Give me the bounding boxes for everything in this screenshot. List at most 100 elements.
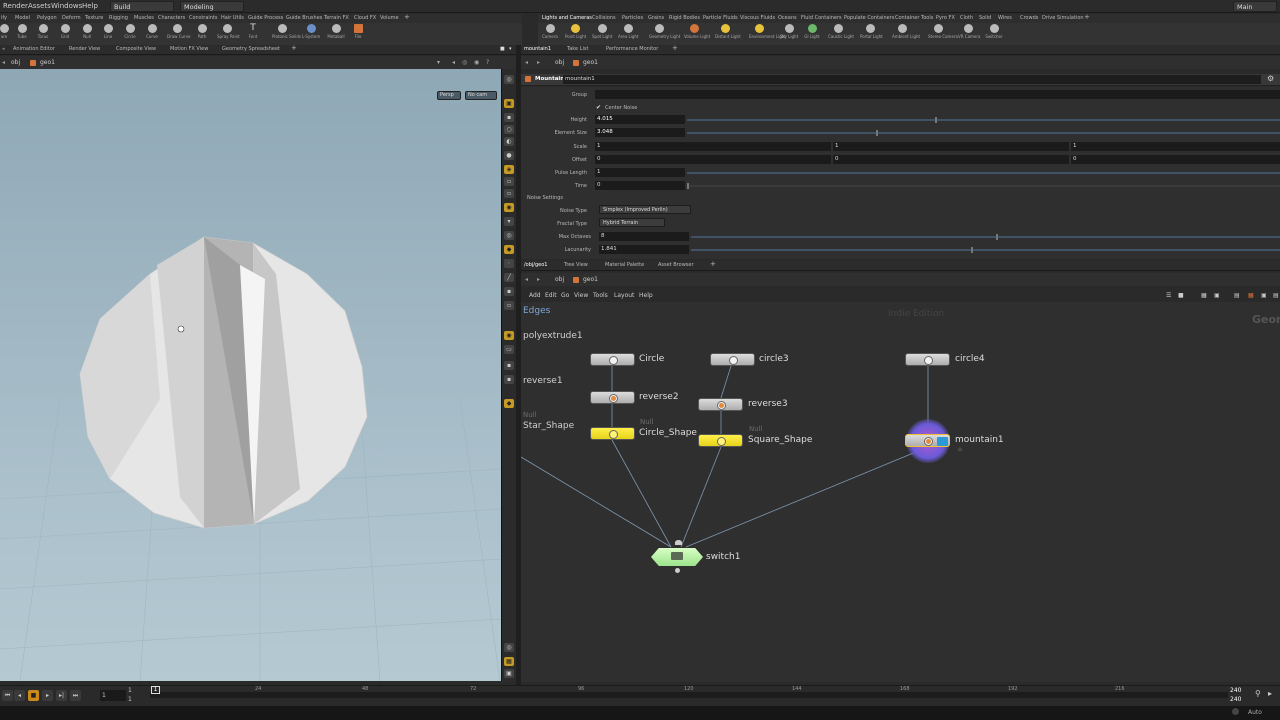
jump-end-icon[interactable]: ⏭ [70,690,81,701]
add-shelf-tab-icon[interactable]: + [404,13,410,21]
node-star-shape[interactable]: Star_Shape [523,421,574,431]
menu-go[interactable]: Go [561,292,569,299]
vertex-icon[interactable]: ⋅ [504,259,514,268]
shelf-tool-null[interactable]: Null [77,24,97,44]
display-flag-icon[interactable] [937,437,948,446]
lacunarity-field[interactable]: 1.841 [599,245,689,254]
snap-icon[interactable]: ▣ [504,99,514,108]
shelf-tool-volume-light[interactable]: Volume Light [684,24,710,44]
pin-view-icon[interactable]: ▪ [504,361,514,370]
shelf-tool-geometry-light[interactable]: Geometry Light [649,24,680,44]
start-frame-field[interactable]: 1 [128,687,132,694]
shelf-tool-spot-light[interactable]: Spot Light [592,24,612,44]
shelf-tab[interactable]: Pyro FX [936,15,955,21]
shelf-tab[interactable]: Guide Brushes [286,15,322,21]
shelf-tool-distant-light[interactable]: Distant Light [715,24,741,44]
shelf-tab[interactable]: Container Tools [895,15,933,21]
switch-input-port[interactable] [675,540,682,545]
max-octaves-field[interactable]: 8 [599,232,689,241]
shading-icon[interactable]: ● [504,151,514,160]
fractal-type-dropdown[interactable]: Hybrid Terrain [599,218,665,227]
playhead-marker[interactable]: 1 [151,686,160,694]
handles-icon[interactable]: ▾ [504,217,514,226]
gear-icon[interactable]: ⚙ [1267,74,1274,83]
shelf-tab[interactable]: Terrain FX [324,15,349,21]
visibility-icon[interactable]: ◎ [504,231,514,240]
max-octaves-slider-handle[interactable] [996,234,998,240]
shelf-tab[interactable]: Cloud FX [354,15,376,21]
shelf-tab[interactable]: Volume [380,15,399,21]
shelf-tool-point-light[interactable]: Point Light [565,24,586,44]
menu-view[interactable]: View [574,292,588,299]
shelf-tab[interactable]: Muscles [134,15,154,21]
context-dropdown[interactable]: Modeling [180,1,244,12]
settings-icon[interactable]: ◉ [474,59,479,66]
shelf-tool-circle[interactable]: Circle [120,24,140,44]
time-slider[interactable] [687,185,1280,187]
menu-layout[interactable]: Layout [614,292,634,299]
shape-palette-icon[interactable]: ▣ [1261,292,1267,299]
add-pane-tab-icon[interactable]: + [672,44,678,52]
stop-icon[interactable]: ■ [28,690,39,701]
switch-output-port[interactable] [675,568,680,573]
start-frame-field-2[interactable]: 1 [128,696,132,703]
node-reverse1[interactable]: reverse1 [523,376,563,386]
lacunarity-slider-handle[interactable] [971,247,973,253]
shelf-tool-environment-light[interactable]: Environment Light [749,24,786,44]
shelf-tab[interactable]: Guide Process [248,15,283,21]
shelf-tool-lsystem[interactable]: L-System [301,24,321,44]
pulse-length-field[interactable]: 1 [595,168,685,177]
scene-viewport[interactable]: Persp No cam [0,69,502,681]
edge-icon[interactable]: ╱ [504,273,514,282]
ghost-icon[interactable]: ◐ [504,137,514,146]
cook-icon[interactable]: ◉ [504,331,514,340]
forward-icon[interactable]: ▸ [537,276,540,283]
desktop-dropdown[interactable]: Build [110,1,174,12]
height-slider-handle[interactable] [935,117,937,123]
tab-performance-monitor[interactable]: Performance Monitor [606,46,658,52]
shelf-tab[interactable]: Wires [998,15,1012,21]
back-icon[interactable]: ◂ [525,276,528,283]
link-icon[interactable]: ◎ [462,59,467,66]
time-slider-handle[interactable] [687,183,689,189]
shelf-tool-switcher[interactable]: Switcher [984,24,1004,44]
breadcrumb-obj[interactable]: obj [555,59,564,66]
tab-render-view[interactable]: Render View [69,46,100,52]
group-field[interactable] [595,90,1280,99]
forward-icon[interactable]: ▸ [537,59,540,66]
shelf-tab[interactable]: Oceans [778,15,797,21]
tab-network-path[interactable]: /obj/geo1 [524,262,547,268]
tab-material-palette[interactable]: Material Palette [605,262,644,268]
shelf-tool-grid[interactable]: Grid [55,24,75,44]
grid-view-icon[interactable]: ▦ [504,657,514,666]
height-field[interactable]: 4.015 [595,115,685,124]
menu-assets[interactable]: Assets [28,2,51,10]
height-slider[interactable] [687,119,1280,121]
pulse-length-slider[interactable] [687,172,1280,174]
breadcrumb-obj[interactable]: obj [555,276,564,283]
shelf-tool-curve[interactable]: Curve [142,24,162,44]
breadcrumb-obj[interactable]: obj [11,59,20,66]
offset-x-field[interactable]: 0 [595,155,831,164]
selection-icon[interactable]: ◈ [504,165,514,174]
bounding-box-icon[interactable]: ▭ [504,345,514,354]
breadcrumb-geo1[interactable]: geo1 [583,276,598,283]
shelf-tool-stereo-camera[interactable]: Stereo Camera [928,24,958,44]
shelf-tab[interactable]: Particle Fluids [703,15,738,21]
camera-dropdown[interactable]: No cam [465,91,497,100]
shelf-tool-torus[interactable]: Torus [33,24,53,44]
grid-icon[interactable]: ▦ [1201,292,1207,299]
element-size-slider[interactable] [687,132,1280,134]
shelf-tab[interactable]: Rigid Bodies [669,15,700,21]
scale-y-field[interactable]: 1 [833,142,1069,151]
wireframe-icon[interactable]: ▫ [504,301,514,310]
menu-help[interactable]: Help [639,292,653,299]
tab-geometry-spreadsheet[interactable]: Geometry Spreadsheet [222,46,280,52]
shelf-tool-metaball[interactable]: Metaball [326,24,346,44]
end-frame-field-2[interactable]: 240 [1230,696,1241,703]
network-editor[interactable]: Indie Edition Geom Edges polyextrude1 re… [521,302,1280,682]
shelf-tab[interactable]: Drive Simulation [1042,15,1084,21]
shelf-tool-caustic-light[interactable]: Caustic Light [828,24,854,44]
node-polyextrude1[interactable]: polyextrude1 [523,331,583,341]
node-circle-shape[interactable] [590,427,635,440]
